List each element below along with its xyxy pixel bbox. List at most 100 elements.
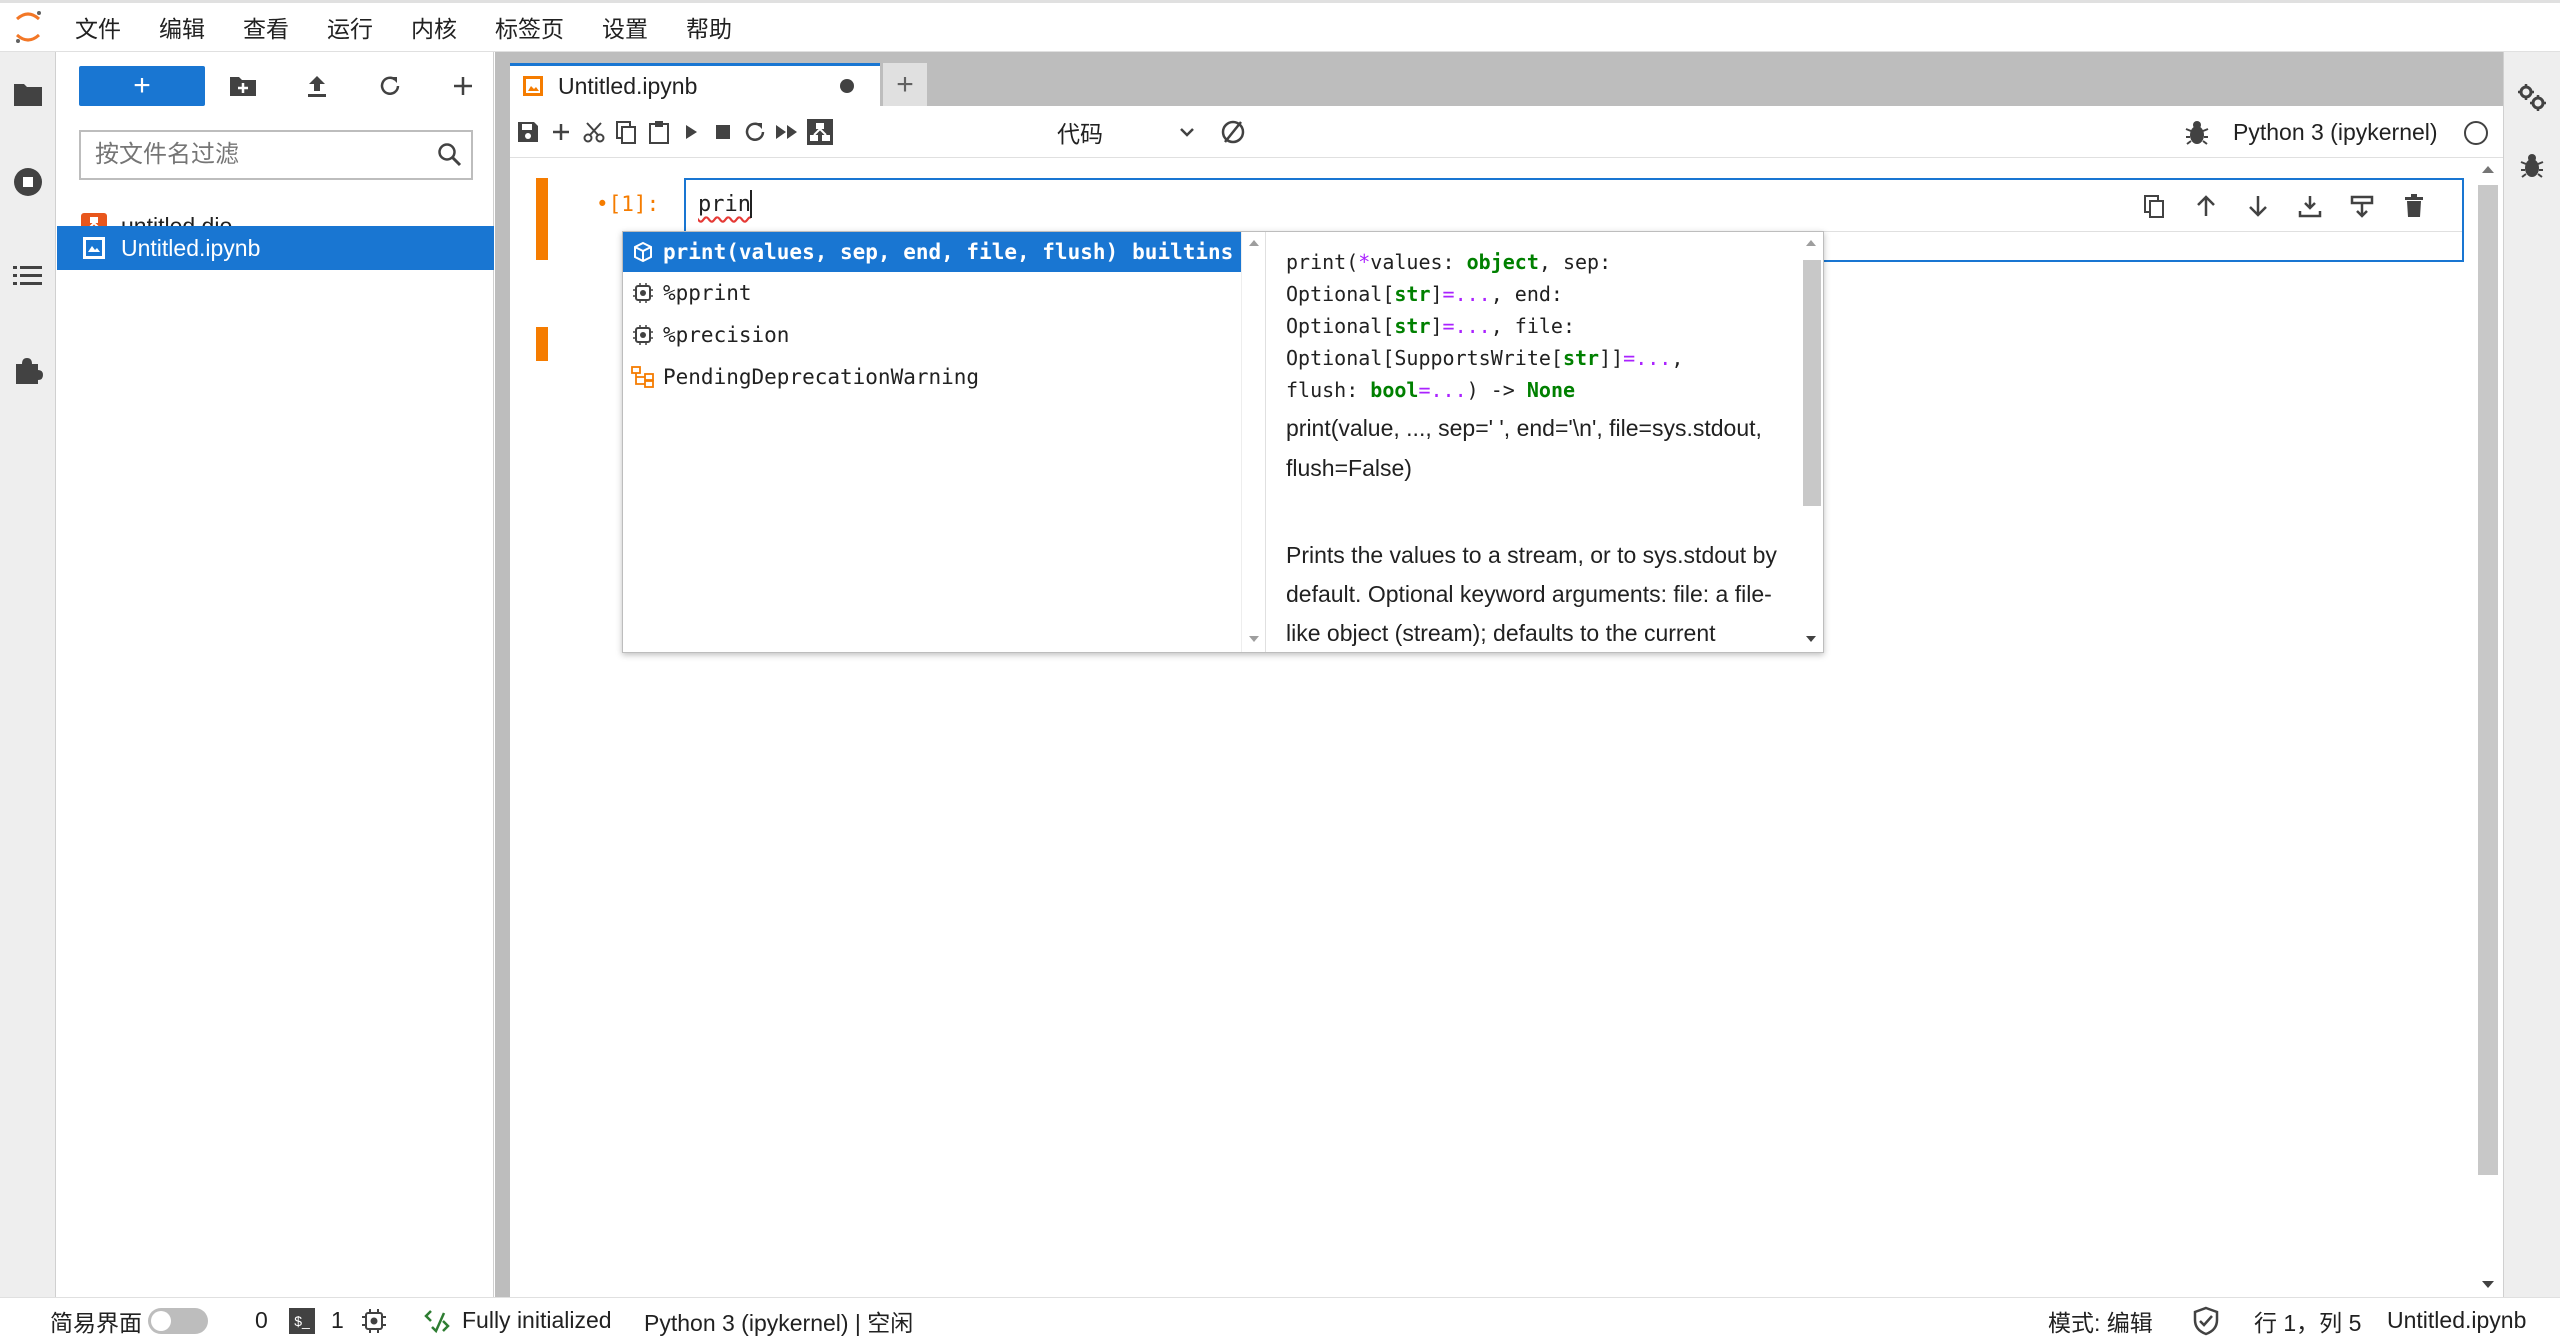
scrollbar-thumb[interactable] [2478, 185, 2498, 1175]
upload-icon[interactable] [297, 66, 337, 106]
move-up-icon[interactable] [2190, 190, 2222, 222]
file-filter-input[interactable] [81, 132, 421, 178]
table-of-contents-icon[interactable] [10, 258, 46, 294]
drawio-insert-icon[interactable] [802, 114, 838, 150]
menu-edit[interactable]: 编辑 [140, 3, 224, 52]
completer-popup: print(values, sep, end, file, flush) bui… [622, 231, 1824, 653]
tab-label: Untitled.ipynb [558, 72, 698, 99]
debugger-panel-icon[interactable] [2514, 148, 2550, 184]
doc-signature-line: flush: bool=...) -> None [1286, 378, 1576, 402]
class-icon [631, 365, 655, 389]
doc-signature-line: Optional[SupportsWrite[str]]=..., [1286, 346, 1684, 370]
duplicate-cell-icon[interactable] [2138, 190, 2170, 222]
cell-type-select[interactable]: 代码 [1057, 114, 1197, 150]
menu-run[interactable]: 运行 [308, 3, 392, 52]
status-bar: 简易界面 0 $_ 1 Fully initialized Python 3 (… [0, 1297, 2560, 1342]
editor-mode: 模式: 编辑 [2048, 1309, 2153, 1336]
kernel-idle-status-icon [2464, 121, 2488, 145]
refresh-icon[interactable] [370, 66, 410, 106]
search-icon [437, 142, 463, 168]
tab-untitled-ipynb[interactable]: Untitled.ipynb [510, 63, 880, 106]
lsp-status-icon[interactable] [423, 1298, 451, 1343]
doc-signature-line: Optional[str]=..., end: [1286, 282, 1563, 306]
kernel-name-button[interactable]: Python 3 (ipykernel) [2233, 114, 2438, 150]
copy-icon[interactable] [608, 114, 644, 150]
cut-icon[interactable] [576, 114, 612, 150]
paste-icon[interactable] [641, 114, 677, 150]
current-filename: Untitled.ipynb [2387, 1307, 2527, 1333]
extension-manager-icon[interactable] [10, 352, 46, 388]
menu-kernel[interactable]: 内核 [392, 3, 476, 52]
notebook-tab-icon [522, 75, 544, 97]
folder-icon[interactable] [10, 76, 46, 112]
left-sidebar-tabs [0, 52, 56, 1297]
scrollbar-thumb[interactable] [1803, 260, 1821, 506]
text-cursor [750, 190, 752, 218]
save-icon[interactable] [510, 114, 546, 150]
insert-cell-icon[interactable] [543, 114, 579, 150]
menu-view[interactable]: 查看 [224, 3, 308, 52]
completer-documentation: print(*values: object, sep: Optional[str… [1265, 232, 1821, 652]
terminal-icon: $_ [289, 1298, 315, 1343]
menu-file[interactable]: 文件 [56, 3, 140, 52]
terminal-count[interactable]: 0 [255, 1298, 268, 1343]
cell-type-label: 代码 [1057, 121, 1103, 147]
delete-cell-icon[interactable] [2398, 190, 2430, 222]
file-item-untitled-ipynb[interactable]: Untitled.ipynb [57, 226, 494, 270]
run-icon[interactable] [673, 114, 709, 150]
move-down-icon[interactable] [2242, 190, 2274, 222]
completer-item[interactable]: PendingDeprecationWarning [623, 357, 1241, 397]
file-filter-field[interactable] [79, 130, 473, 180]
menu-settings[interactable]: 设置 [583, 3, 667, 52]
completer-item[interactable]: print(values, sep, end, file, flush) bui… [623, 232, 1241, 272]
notebook-toolbar: 代码 Python 3 (ipykernel) [510, 106, 2503, 158]
stop-icon[interactable] [705, 114, 741, 150]
menu-help[interactable]: 帮助 [667, 3, 751, 52]
new-folder-icon[interactable] [223, 66, 263, 106]
notebook-icon [81, 235, 107, 261]
toggle-switch[interactable] [148, 1307, 208, 1334]
simple-mode-toggle[interactable] [148, 1298, 208, 1343]
kernel-chip-icon [361, 1298, 387, 1343]
simple-mode-label: 简易界面 [50, 1309, 142, 1336]
new-launcher-button[interactable]: + [79, 66, 205, 106]
running-sessions-icon[interactable] [10, 164, 46, 200]
debugger-icon[interactable] [2182, 118, 2212, 148]
jupyter-logo-icon [0, 3, 56, 52]
magic-icon [631, 281, 655, 305]
cursor-position[interactable]: 行 1，列 5 [2254, 1298, 2361, 1343]
completer-item[interactable]: %pprint [623, 273, 1241, 313]
cell-collapser[interactable] [536, 178, 548, 260]
add-tab-button[interactable]: + [883, 63, 927, 106]
kernel-status-text[interactable]: Python 3 (ipykernel) | 空闲 [644, 1298, 913, 1343]
completer-list: print(values, sep, end, file, flush) bui… [623, 232, 1241, 652]
notebook-scrollbar[interactable] [2472, 159, 2503, 1297]
insert-above-icon[interactable] [2346, 190, 2378, 222]
magic-icon [631, 323, 655, 347]
right-sidebar-tabs [2503, 52, 2560, 1297]
doc-scrollbar[interactable] [1799, 232, 1823, 652]
cell-collapser-secondary[interactable] [536, 327, 548, 361]
menu-bar: 文件 编辑 查看 运行 内核 标签页 设置 帮助 [0, 0, 2560, 52]
chevron-down-icon [1177, 122, 1197, 142]
property-inspector-icon[interactable] [2514, 80, 2550, 116]
completer-item-type: builtins [1132, 240, 1234, 264]
kernel-count[interactable]: 1 [331, 1298, 344, 1343]
completer-item[interactable]: %precision [623, 315, 1241, 355]
unsaved-indicator-icon[interactable] [840, 79, 854, 93]
insert-below-icon[interactable] [2294, 190, 2326, 222]
restart-run-all-icon[interactable] [769, 114, 805, 150]
restart-kernel-icon[interactable] [737, 114, 773, 150]
shield-icon[interactable] [2192, 1298, 2220, 1343]
add-icon[interactable] [443, 66, 483, 106]
doc-signature-line: Optional[str]=..., file: [1286, 314, 1576, 338]
function-icon [631, 240, 655, 264]
document-tab-bar: Untitled.ipynb + [495, 52, 2503, 106]
completer-scrollbar[interactable] [1241, 232, 1265, 652]
menu-tabs[interactable]: 标签页 [476, 3, 583, 52]
lsp-status-text[interactable]: Fully initialized [462, 1298, 612, 1343]
completer-item-label: print(values, sep, end, file, flush) [663, 240, 1119, 264]
doc-summary: print(value, ..., sep=' ', end='\n', fil… [1286, 415, 1762, 481]
file-browser-panel: + untitled.dio Untitled.ipynb [57, 52, 494, 1297]
lsp-icon[interactable] [1215, 114, 1251, 150]
